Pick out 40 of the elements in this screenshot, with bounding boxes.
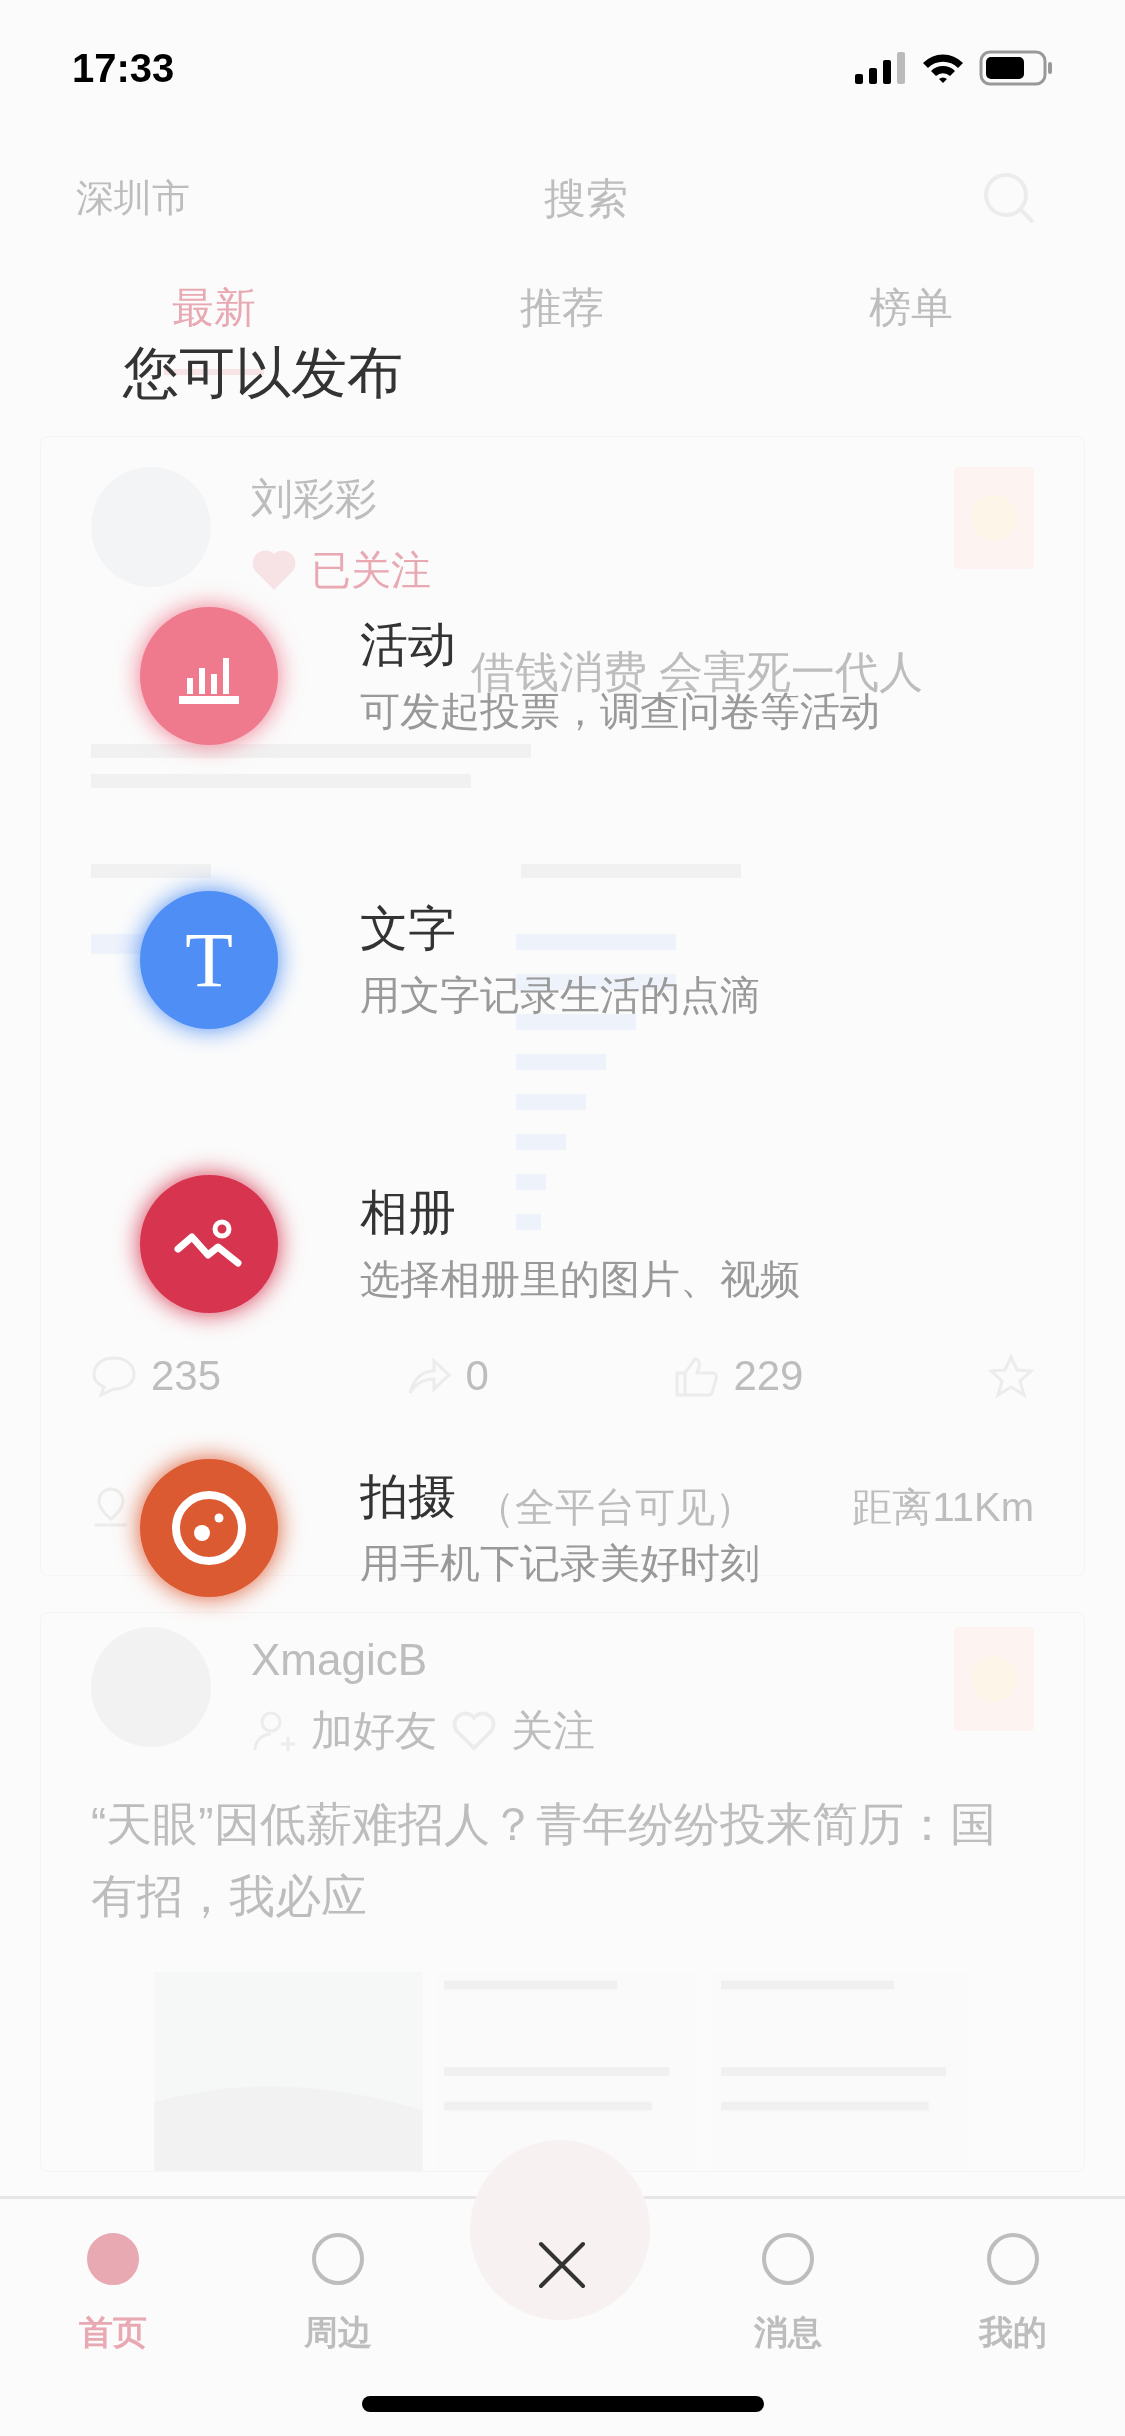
image-icon xyxy=(174,1219,244,1269)
status-time: 17:33 xyxy=(72,45,175,92)
wifi-icon xyxy=(921,52,965,84)
tab-bar-item[interactable]: 首页 xyxy=(0,2229,225,2358)
close-icon xyxy=(538,2241,586,2289)
add-friend-link[interactable]: 加好友 xyxy=(311,1699,437,1762)
option-icon[interactable] xyxy=(140,607,278,745)
city-label: 深圳市 xyxy=(76,175,190,221)
location-text: （全平台可见） xyxy=(475,1487,755,1527)
option-title: 拍摄 xyxy=(360,1473,456,1521)
option-subtitle: 用文字记录生活的点滴 xyxy=(360,975,760,1015)
tab-bar-item[interactable]: 我的 xyxy=(900,2229,1125,2358)
tab-bar-item[interactable]: 周边 xyxy=(225,2229,450,2358)
option-title: 相册 xyxy=(360,1189,456,1237)
letter-icon: T xyxy=(185,921,233,999)
follow-status[interactable]: 已关注 xyxy=(311,540,431,600)
author-name: 刘彩彩 xyxy=(251,474,378,524)
comment-count: 235 xyxy=(151,1351,222,1401)
feed-tab[interactable]: 推荐 xyxy=(520,287,605,329)
heart-icon xyxy=(251,549,297,591)
feed-tab[interactable]: 榜单 xyxy=(868,287,953,329)
option-subtitle: 选择相册里的图片、视频 xyxy=(360,1259,800,1299)
sheet-title: 您可以发布 xyxy=(123,345,403,401)
battery-icon xyxy=(979,50,1053,86)
option-icon[interactable] xyxy=(140,1175,278,1313)
like-count: 229 xyxy=(733,1351,804,1401)
signal-icon xyxy=(855,52,907,84)
header-title: 搜索 xyxy=(543,173,628,224)
distance-text: 距离11Km xyxy=(852,1484,1034,1531)
share-count: 0 xyxy=(465,1351,489,1401)
tab-bar-item[interactable]: 消息 xyxy=(675,2229,900,2358)
post-title: “天眼”因低薪难招人？青年纷纷投来简历：国有招，我必应 xyxy=(91,1797,997,1924)
option-title: 活动 xyxy=(360,621,456,669)
author-name: XmagicB xyxy=(251,1634,429,1686)
camera-icon xyxy=(171,1490,247,1566)
option-subtitle: 用手机下记录美好时刻 xyxy=(360,1543,760,1583)
feed-tab[interactable]: 最新 xyxy=(172,287,257,329)
follow-link[interactable]: 关注 xyxy=(511,1699,595,1762)
option-icon[interactable] xyxy=(140,1459,278,1597)
option-title: 文字 xyxy=(360,905,456,953)
